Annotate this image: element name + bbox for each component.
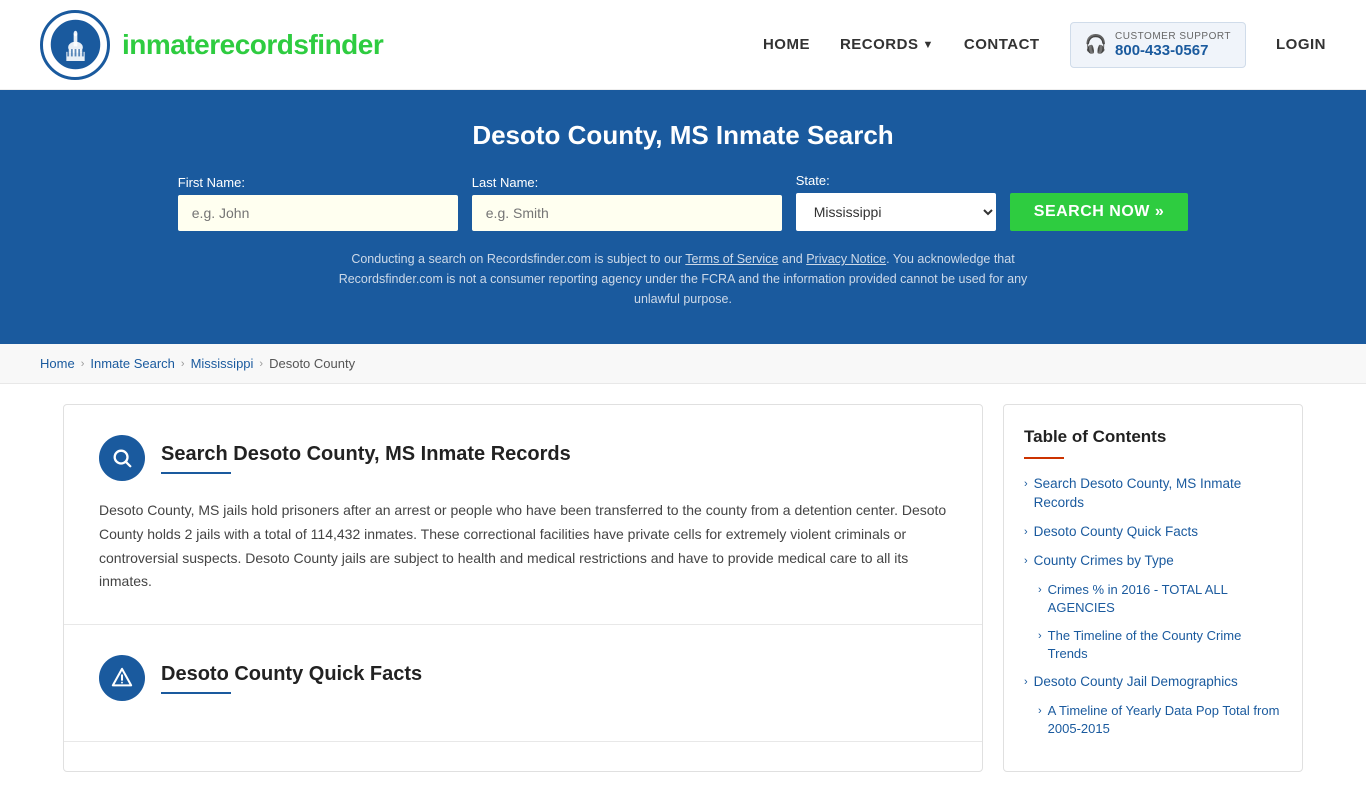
logo-accent: finder (308, 29, 383, 60)
toc-sub-label-1: Crimes % in 2016 - TOTAL ALL AGENCIES (1048, 581, 1282, 617)
state-group: State: Mississippi Alabama Florida (796, 173, 996, 231)
breadcrumb: Home › Inmate Search › Mississippi › Des… (0, 344, 1366, 384)
sidebar: Table of Contents › Search Desoto County… (1003, 404, 1303, 772)
last-name-input[interactable] (472, 195, 782, 231)
toc-sub-item-2[interactable]: › The Timeline of the County Crime Trend… (1038, 627, 1282, 663)
breadcrumb-sep-2: › (181, 358, 185, 370)
toc-label-5: Desoto County Jail Demographics (1034, 673, 1238, 692)
content-left: Search Desoto County, MS Inmate Records … (63, 404, 983, 772)
logo-main: inmaterecords (122, 29, 308, 60)
toc-sub-item-1[interactable]: › Crimes % in 2016 - TOTAL ALL AGENCIES (1038, 581, 1282, 617)
toc-sub-label-2: The Timeline of the County Crime Trends (1048, 627, 1282, 663)
breadcrumb-current: Desoto County (269, 356, 355, 371)
support-label: CUSTOMER SUPPORT (1115, 31, 1231, 42)
breadcrumb-inmate-search[interactable]: Inmate Search (90, 356, 175, 371)
logo-area: inmaterecordsfinder (40, 10, 383, 80)
toc-sub-label-3: A Timeline of Yearly Data Pop Total from… (1048, 702, 1282, 738)
records-chevron-icon: ▼ (922, 39, 933, 51)
customer-support-button[interactable]: 🎧 CUSTOMER SUPPORT 800-433-0567 (1070, 22, 1246, 68)
logo-icon (40, 10, 110, 80)
toc-item-5[interactable]: › Desoto County Jail Demographics (1024, 673, 1282, 692)
hero-section: Desoto County, MS Inmate Search First Na… (0, 90, 1366, 344)
site-header: inmaterecordsfinder HOME RECORDS ▼ CONTA… (0, 0, 1366, 90)
search-button[interactable]: SEARCH NOW » (1010, 193, 1188, 231)
headset-icon: 🎧 (1085, 34, 1107, 55)
breadcrumb-mississippi[interactable]: Mississippi (191, 356, 254, 371)
toc-chevron-5: › (1024, 675, 1028, 690)
first-name-label: First Name: (178, 175, 245, 190)
toc-label-1: Search Desoto County, MS Inmate Records (1034, 475, 1282, 513)
support-number: 800-433-0567 (1115, 42, 1231, 59)
toc-label-3: County Crimes by Type (1034, 552, 1174, 571)
section-quick-facts: Desoto County Quick Facts (64, 625, 982, 742)
breadcrumb-home[interactable]: Home (40, 356, 75, 371)
breadcrumb-sep-3: › (259, 358, 263, 370)
toc-sub-chevron-2: › (1038, 629, 1042, 644)
hero-title: Desoto County, MS Inmate Search (40, 120, 1326, 151)
logo-text: inmaterecordsfinder (122, 29, 383, 61)
nav-home[interactable]: HOME (763, 36, 810, 53)
toc-sub-chevron-3: › (1038, 704, 1042, 719)
section-1-title: Search Desoto County, MS Inmate Records (161, 443, 571, 466)
nav-records[interactable]: RECORDS ▼ (840, 36, 934, 53)
last-name-label: Last Name: (472, 175, 538, 190)
main-nav: HOME RECORDS ▼ CONTACT 🎧 CUSTOMER SUPPOR… (763, 22, 1326, 68)
search-icon (99, 435, 145, 481)
privacy-link[interactable]: Privacy Notice (806, 252, 886, 266)
toc-item-1[interactable]: › Search Desoto County, MS Inmate Record… (1024, 475, 1282, 513)
state-select[interactable]: Mississippi Alabama Florida (796, 193, 996, 231)
section-1-body: Desoto County, MS jails hold prisoners a… (99, 499, 947, 594)
search-form: First Name: Last Name: State: Mississipp… (40, 173, 1326, 231)
section-1-underline (161, 472, 231, 474)
nav-login[interactable]: LOGIN (1276, 36, 1326, 53)
first-name-input[interactable] (178, 195, 458, 231)
toc-underline (1024, 457, 1064, 459)
disclaimer-text: Conducting a search on Recordsfinder.com… (333, 249, 1033, 309)
terms-link[interactable]: Terms of Service (685, 252, 778, 266)
toc-title: Table of Contents (1024, 427, 1282, 447)
toc-sub-item-3[interactable]: › A Timeline of Yearly Data Pop Total fr… (1038, 702, 1282, 738)
breadcrumb-sep-1: › (81, 358, 85, 370)
section-2-title: Desoto County Quick Facts (161, 663, 422, 686)
first-name-group: First Name: (178, 175, 458, 231)
toc-chevron-2: › (1024, 525, 1028, 540)
toc-item-2[interactable]: › Desoto County Quick Facts (1024, 523, 1282, 542)
toc-label-2: Desoto County Quick Facts (1034, 523, 1198, 542)
main-content: Search Desoto County, MS Inmate Records … (43, 404, 1323, 772)
toc-chevron-3: › (1024, 554, 1028, 569)
warning-icon (99, 655, 145, 701)
toc-box: Table of Contents › Search Desoto County… (1003, 404, 1303, 772)
toc-chevron-1: › (1024, 477, 1028, 492)
state-label: State: (796, 173, 830, 188)
toc-item-3[interactable]: › County Crimes by Type (1024, 552, 1282, 571)
section-inmate-records: Search Desoto County, MS Inmate Records … (64, 405, 982, 625)
last-name-group: Last Name: (472, 175, 782, 231)
nav-records-label: RECORDS (840, 36, 919, 53)
nav-contact[interactable]: CONTACT (964, 36, 1040, 53)
toc-sub-chevron-1: › (1038, 583, 1042, 598)
section-2-underline (161, 692, 231, 694)
